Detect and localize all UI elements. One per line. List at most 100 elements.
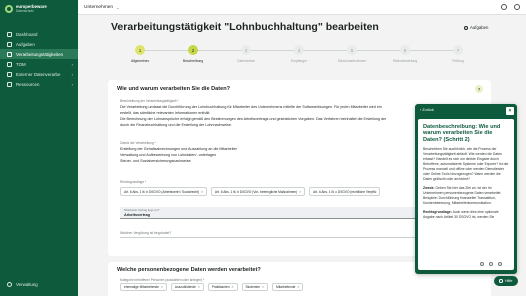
help-icon[interactable]: ?: [475, 85, 483, 93]
step-6[interactable]: 6 Risikobewertung: [379, 45, 431, 63]
close-icon[interactable]: ×: [232, 285, 234, 289]
persons-chips: ehemalige Mitarbeitende × Auszubildende …: [120, 283, 304, 291]
step-label: Empfänger: [290, 59, 308, 63]
user-icon[interactable]: [514, 4, 520, 10]
step-label: Risikobewertung: [392, 59, 418, 63]
help-rechtsgrundlage: Rechtsgrundlage: Auch wenn dies eine opt…: [423, 210, 509, 220]
sidebar-item-aufgaben[interactable]: Aufgaben: [0, 39, 78, 49]
page-title: Verarbeitungstätigkeit "Lohnbuchhaltung"…: [111, 21, 379, 33]
task-icon: [464, 25, 468, 30]
close-icon[interactable]: ×: [201, 190, 203, 194]
persons-label: Kategorie betroffener Personen (auswähle…: [120, 278, 205, 282]
step-3[interactable]: 3 Datenkreise: [220, 45, 272, 63]
step-circle: 6: [400, 45, 410, 55]
chevron-right-icon: ›: [71, 81, 73, 87]
step-2[interactable]: 2 Beschreibung: [167, 45, 219, 63]
sidebar-item-verwaltung[interactable]: Verwaltung: [0, 279, 78, 289]
chevron-right-icon: ›: [71, 61, 73, 67]
list-icon: [7, 51, 12, 57]
sidebar-item-tom[interactable]: TOM ›: [0, 59, 78, 69]
help-icon[interactable]: [498, 262, 502, 266]
help-text: Geben Sie hier das Ziel an. Ist der Im U…: [423, 186, 502, 206]
contract-select[interactable]: Mitarbeiter-Vertrag liegt vor? Arbeitsve…: [120, 207, 420, 219]
purpose-field[interactable]: Erstellung der Gehaltsabrechnungen und A…: [120, 146, 420, 164]
chip-label: Studenten: [245, 285, 261, 289]
legal-basis-chips: Art. 6 Abs. 1 lit. b DSGVO (Arbeitsvertr…: [120, 187, 420, 196]
chevron-down-icon: ⌄: [116, 4, 120, 10]
sidebar-item-externer-datenverarbeiter[interactable]: Externer Datenverarbe ›: [0, 69, 78, 79]
legal-basis-chip[interactable]: Art. 6 Abs. 1 lit. b DSGVO (Vor- beering…: [210, 187, 306, 196]
person-chip[interactable]: Mitarbeitende ×: [272, 283, 304, 291]
back-label: Zurück: [422, 108, 434, 112]
check-icon: [7, 41, 12, 47]
sidebar-item-label: Externer Datenverarbe: [16, 71, 61, 77]
legal-basis-label: Rechtsgrundlage *: [120, 180, 147, 184]
aufgaben-link[interactable]: Aufgaben: [464, 25, 488, 30]
purpose-line: Steuer- und Sozialversicherungsnachweise: [120, 159, 191, 163]
sidebar-item-label: TOM: [16, 61, 26, 67]
sidebar-item-verarbeitungstaetigkeiten[interactable]: Verarbeitungstätigkeiten: [0, 49, 78, 59]
purpose-label: Zweck der Verarbeitung *: [120, 141, 156, 145]
shield-icon: [7, 61, 12, 67]
close-icon[interactable]: ×: [297, 285, 299, 289]
help-panel: ‹ Zurück × Datenbeschreibung: Wie und wa…: [415, 104, 517, 274]
remuneration-placeholder: Welcher Vergütung ist begründet?: [120, 231, 172, 235]
building-icon: [7, 71, 12, 77]
folder-icon: [7, 81, 12, 87]
chevron-right-icon: ›: [71, 71, 73, 77]
step-circle: 4: [294, 45, 304, 55]
logo-icon: [5, 5, 13, 13]
step-label: Datenkreise: [237, 59, 255, 63]
person-chip[interactable]: ehemalige Mitarbeitende ×: [120, 283, 167, 291]
chip-label: Art. 6 Abs. 1 lit. b DSGVO (Arbeitsvertr…: [124, 189, 199, 194]
back-button[interactable]: ‹ Zurück: [420, 108, 434, 112]
card-title: Welche personenbezogene Daten werden ver…: [117, 267, 261, 273]
app-logo[interactable]: europerbeware Datenschutz: [0, 0, 78, 19]
step-4[interactable]: 4 Empfänger: [273, 45, 325, 63]
sidebar-item-label: Aufgaben: [16, 41, 35, 47]
chip-label: Praktikanten: [211, 285, 230, 289]
chevron-left-icon: ‹: [420, 108, 422, 112]
help-term: Rechtsgrundlage:: [423, 210, 452, 215]
step-7[interactable]: 7 Prüfung: [432, 45, 484, 63]
sidebar-item-ressourcen[interactable]: Ressourcen ›: [0, 79, 78, 89]
description-field[interactable]: Die Verarbeitung umfasst die Durchführun…: [120, 104, 420, 128]
sidebar: europerbeware Datenschutz Dashboard Aufg…: [0, 0, 78, 296]
step-5[interactable]: 5 Schutzmaßnahmen: [326, 45, 378, 63]
notification-icon[interactable]: [501, 4, 507, 10]
sidebar-item-label: Verwaltung: [16, 281, 38, 287]
person-chip[interactable]: Auszubildende ×: [170, 283, 204, 291]
sidebar-item-label: Dashboard: [16, 31, 38, 37]
person-chip[interactable]: Studenten ×: [241, 283, 269, 291]
hilfe-label: Hilfe: [504, 279, 513, 283]
copy-icon[interactable]: [480, 262, 484, 266]
description-line: durch die Finanzbuchhaltung und die Erst…: [120, 123, 232, 127]
person-chip[interactable]: Praktikanten ×: [207, 283, 238, 291]
thumb-icon[interactable]: [489, 262, 493, 266]
sidebar-item-label: Verarbeitungstätigkeiten: [16, 51, 64, 57]
company-name: Unternehmen: [84, 4, 114, 10]
step-label: Schutzmaßnahmen: [337, 59, 367, 63]
help-zweck: Zweck: Geben Sie hier das Ziel an. Ist d…: [423, 186, 509, 206]
step-circle: 5: [347, 45, 357, 55]
company-selector[interactable]: Unternehmen ⌄: [84, 5, 119, 10]
close-icon[interactable]: ×: [198, 285, 200, 289]
close-icon[interactable]: ×: [262, 285, 264, 289]
step-circle: 3: [241, 45, 251, 55]
step-label: Beschreibung: [182, 59, 204, 63]
sidebar-nav: Dashboard Aufgaben Verarbeitungstätigkei…: [0, 29, 78, 89]
sidebar-item-label: Ressourcen: [16, 81, 40, 87]
close-icon[interactable]: ×: [161, 285, 163, 289]
top-bar: Unternehmen ⌄: [78, 0, 526, 15]
remuneration-input[interactable]: Welcher Vergütung ist begründet?: [120, 229, 420, 238]
legal-basis-chip[interactable]: Art. 6 Abs. 1 lit. c DSGVO (rechtliche V…: [309, 187, 381, 196]
close-icon[interactable]: ×: [299, 190, 301, 194]
chip-label: Mitarbeitende: [276, 285, 296, 289]
help-footer: [480, 262, 502, 266]
legal-basis-chip[interactable]: Art. 6 Abs. 1 lit. b DSGVO (Arbeitsvertr…: [120, 187, 207, 196]
hilfe-button[interactable]: Hilfe: [494, 276, 518, 286]
close-button[interactable]: ×: [506, 107, 514, 115]
step-1[interactable]: 1 Allgemeines: [114, 45, 166, 63]
sidebar-item-dashboard[interactable]: Dashboard: [0, 29, 78, 39]
step-circle: 2: [188, 45, 198, 55]
